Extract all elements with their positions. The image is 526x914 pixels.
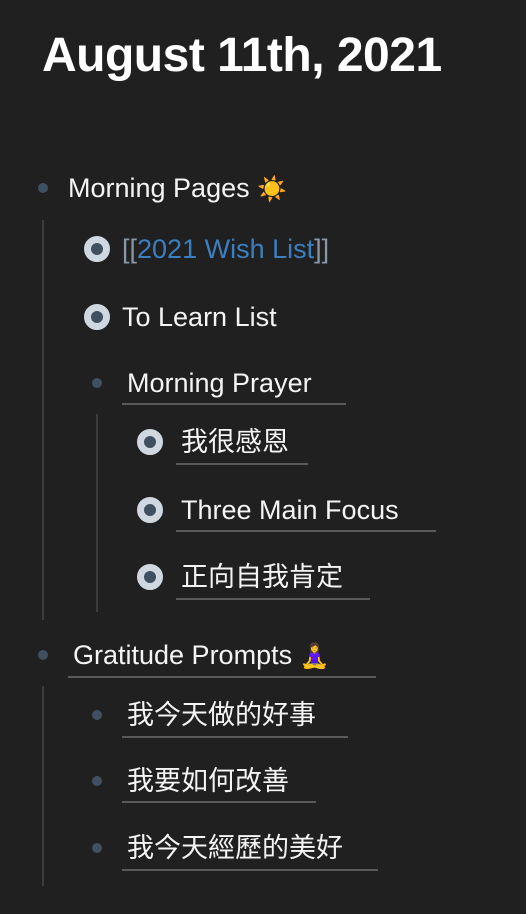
page-title: August 11th, 2021: [42, 29, 442, 82]
block-three-main-focus[interactable]: Three Main Focus: [181, 490, 399, 530]
thread-line: [42, 686, 44, 886]
thread-line: [96, 414, 98, 612]
bullet-icon[interactable]: [92, 710, 102, 720]
collapsed-bullet-icon[interactable]: [137, 497, 163, 523]
block-morning-pages[interactable]: Morning Pages ☀️: [68, 168, 287, 210]
page-link-2021-wish-list[interactable]: 2021 Wish List: [137, 234, 314, 264]
bullet-icon[interactable]: [92, 776, 102, 786]
block-morning-prayer[interactable]: Morning Prayer: [127, 363, 312, 403]
block-improve[interactable]: 我要如何改善: [127, 761, 289, 801]
block-wish-list: [[2021 Wish List]]: [122, 229, 329, 269]
link-bracket-close: ]]: [314, 234, 330, 264]
block-ref-underline: [68, 676, 376, 678]
collapsed-bullet-icon[interactable]: [84, 304, 110, 330]
block-beautiful[interactable]: 我今天經歷的美好: [127, 828, 343, 868]
bullet-icon[interactable]: [38, 650, 48, 660]
collapsed-bullet-icon[interactable]: [137, 564, 163, 590]
block-ref-underline: [176, 463, 308, 465]
bullet-icon[interactable]: [92, 843, 102, 853]
collapsed-bullet-icon[interactable]: [84, 236, 110, 262]
meditation-icon: 🧘‍♀️: [299, 643, 330, 670]
block-grateful[interactable]: 我很感恩: [181, 422, 289, 462]
block-text: Morning Pages: [68, 173, 250, 203]
block-text: Gratitude Prompts: [73, 640, 293, 670]
block-ref-underline: [176, 598, 370, 600]
bullet-icon[interactable]: [38, 183, 48, 193]
block-affirmation[interactable]: 正向自我肯定: [181, 557, 343, 597]
block-good-deeds[interactable]: 我今天做的好事: [127, 695, 316, 735]
link-bracket-open: [[: [122, 234, 138, 264]
block-to-learn-list[interactable]: To Learn List: [122, 297, 277, 337]
block-ref-underline: [122, 403, 346, 405]
block-ref-underline: [176, 530, 436, 532]
thread-line: [42, 220, 44, 620]
sun-icon: ☀️: [257, 176, 288, 203]
collapsed-bullet-icon[interactable]: [137, 429, 163, 455]
block-gratitude-prompts[interactable]: Gratitude Prompts 🧘‍♀️: [73, 635, 330, 677]
block-ref-underline: [122, 869, 378, 871]
bullet-icon[interactable]: [92, 378, 102, 388]
block-ref-underline: [122, 736, 348, 738]
block-ref-underline: [122, 801, 316, 803]
